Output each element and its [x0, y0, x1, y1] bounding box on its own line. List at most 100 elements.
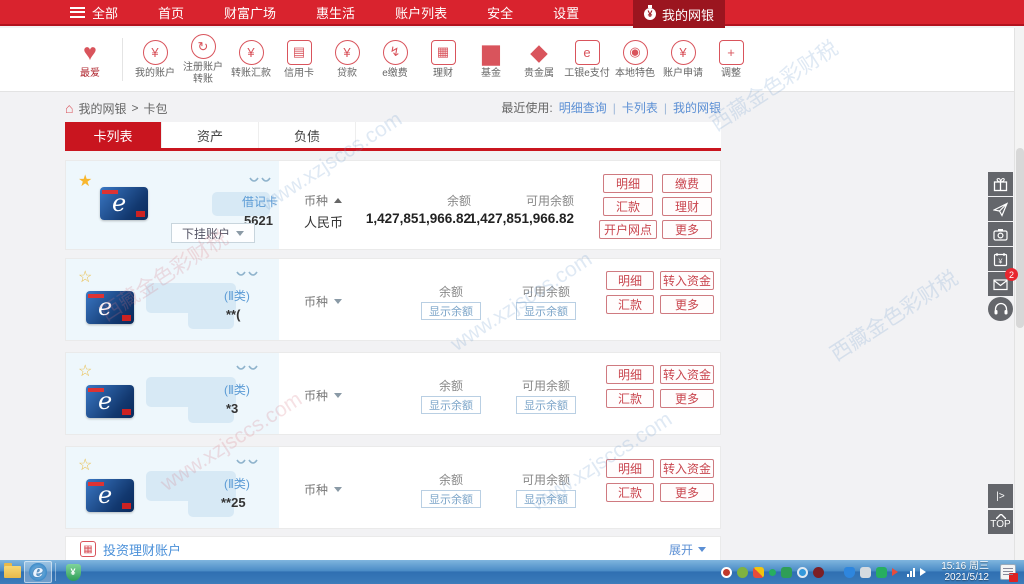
yen-bubble-icon: ¥ [143, 40, 168, 65]
notes-icon[interactable] [1000, 564, 1016, 580]
remit-button[interactable]: 汇款 [606, 389, 654, 408]
toolbar-item-loan[interactable]: ¥ 贷款 [323, 28, 371, 91]
breadcrumb-root[interactable]: 我的网银 [78, 100, 126, 117]
transfer-in-button[interactable]: 转入资金 [660, 459, 714, 478]
nav-item-all[interactable]: 全部 [70, 3, 118, 22]
recent-link-card-list[interactable]: 卡列表 [622, 99, 658, 116]
remit-button[interactable]: 汇款 [603, 197, 653, 216]
taskbar-clock[interactable]: 15:16 周三 2021/5/12 [941, 561, 989, 583]
toolbar-item-my-account[interactable]: ¥ 我的账户 [131, 28, 179, 91]
tray-icon[interactable] [753, 567, 764, 578]
hide-info-icon[interactable] [236, 365, 258, 374]
expand-button[interactable]: 展开 [669, 541, 706, 558]
show-balance-button[interactable]: 显示余额 [516, 302, 576, 320]
notification-badge [1009, 573, 1018, 582]
nav-item-home[interactable]: 首页 [158, 3, 184, 22]
taskbar-security-control-button[interactable]: ¥ [59, 561, 87, 583]
toolbar-item-registered-transfer[interactable]: ↻ 注册账户转账 [179, 28, 227, 91]
remit-button[interactable]: 汇款 [606, 483, 654, 502]
tray-red-speaker-icon[interactable] [892, 568, 902, 576]
remit-button[interactable]: 汇款 [606, 295, 654, 314]
tray-icon[interactable] [769, 569, 776, 576]
vertical-scrollbar[interactable] [1014, 28, 1024, 560]
show-balance-button[interactable]: 显示余额 [421, 490, 481, 508]
transfer-in-button[interactable]: 转入资金 [660, 271, 714, 290]
gift-button[interactable] [988, 172, 1013, 196]
my-ebank-button[interactable]: ¥ 我的网银 [633, 0, 725, 28]
show-balance-button[interactable]: 显示余额 [516, 396, 576, 414]
recent-link-detail-query[interactable]: 明细查询 [559, 99, 607, 116]
customer-service-button[interactable] [988, 297, 1013, 321]
menu-icon [70, 7, 85, 18]
currency-sort[interactable]: 币种 [304, 481, 342, 498]
detail-button[interactable]: 明细 [606, 365, 654, 384]
more-button[interactable]: 更多 [660, 295, 714, 314]
more-button[interactable]: 更多 [660, 389, 714, 408]
toolbar-item-epay-fees[interactable]: ↯ e缴费 [371, 28, 419, 91]
tray-icon[interactable] [781, 567, 792, 578]
network-signal-icon[interactable] [907, 567, 915, 577]
currency-sort[interactable]: 币种 [304, 387, 342, 404]
tray-icon[interactable] [844, 567, 855, 578]
nav-item-life[interactable]: 惠生活 [316, 3, 355, 22]
tray-icon[interactable] [876, 567, 887, 578]
toolbar-item-adjust[interactable]: + 调整 [707, 28, 755, 91]
hide-info-icon[interactable] [236, 459, 258, 468]
detail-button[interactable]: 明细 [606, 271, 654, 290]
toolbar-divider [122, 38, 123, 81]
nav-item-accounts[interactable]: 账户列表 [395, 3, 447, 22]
favorite-star-outline-icon[interactable]: ☆ [78, 361, 92, 381]
messages-button[interactable]: 2 [988, 272, 1013, 296]
detail-button[interactable]: 明细 [606, 459, 654, 478]
nav-item-settings[interactable]: 设置 [553, 3, 579, 22]
tray-icon[interactable] [721, 567, 732, 578]
tab-liabilities[interactable]: 负债 [259, 122, 356, 148]
detail-button[interactable]: 明细 [603, 174, 653, 193]
tray-icon[interactable] [860, 567, 871, 578]
scrollbar-thumb[interactable] [1016, 148, 1024, 328]
show-balance-button[interactable]: 显示余额 [421, 302, 481, 320]
tray-icon[interactable] [813, 567, 824, 578]
tray-icon[interactable] [737, 567, 748, 578]
currency-sort[interactable]: 币种 [304, 192, 342, 209]
toolbar-item-icbc-epay[interactable]: e 工银e支付 [563, 28, 611, 91]
nav-item-security[interactable]: 安全 [487, 3, 513, 22]
toolbar-item-precious-metals[interactable]: ◆ 贵金属 [515, 28, 563, 91]
currency-label: 币种 [304, 387, 328, 404]
toolbar-item-wealth-mgmt[interactable]: ▦ 理财 [419, 28, 467, 91]
toolbar-label: 理财 [433, 68, 453, 80]
toolbar-item-funds[interactable]: ▆ 基金 [467, 28, 515, 91]
nav-item-wealth[interactable]: 财富广场 [224, 3, 276, 22]
sub-account-button[interactable]: 下挂账户 [171, 223, 255, 243]
favorite-star-outline-icon[interactable]: ☆ [78, 267, 92, 287]
screenshot-button[interactable] [988, 222, 1013, 246]
tab-assets[interactable]: 资产 [162, 122, 259, 148]
toolbar-item-remittance[interactable]: ¥ 转账汇款 [227, 28, 275, 91]
tab-card-list[interactable]: 卡列表 [65, 122, 162, 148]
hide-info-icon[interactable] [249, 177, 271, 186]
share-button[interactable] [988, 197, 1013, 221]
pay-fees-button[interactable]: 缴费 [662, 174, 712, 193]
favorite-star-outline-icon[interactable]: ☆ [78, 455, 92, 475]
taskbar-explorer-button[interactable] [0, 561, 24, 583]
recent-link-my-ebank[interactable]: 我的网银 [673, 99, 721, 116]
toolbar-item-credit-card[interactable]: ▤ 信用卡 [275, 28, 323, 91]
collapse-rail-button[interactable]: |> [988, 484, 1013, 508]
toolbar-item-favorites[interactable]: ♥ 最爱 [66, 28, 114, 91]
toolbar-item-local-features[interactable]: ◉ 本地特色 [611, 28, 659, 91]
favorite-star-icon[interactable]: ★ [78, 171, 92, 191]
branch-button[interactable]: 开户网点 [599, 220, 657, 239]
back-to-top-button[interactable]: TOP [988, 510, 1013, 534]
taskbar-ie-button[interactable]: e [24, 561, 52, 583]
currency-sort[interactable]: 币种 [304, 293, 342, 310]
show-balance-button[interactable]: 显示余额 [516, 490, 576, 508]
tray-icon[interactable] [797, 567, 808, 578]
transfer-in-button[interactable]: 转入资金 [660, 365, 714, 384]
wealth-button[interactable]: 理财 [662, 197, 712, 216]
hide-info-icon[interactable] [236, 271, 258, 280]
toolbar-item-account-apply[interactable]: ¥ 账户申请 [659, 28, 707, 91]
more-button[interactable]: 更多 [662, 220, 712, 239]
volume-icon[interactable] [920, 568, 930, 576]
more-button[interactable]: 更多 [660, 483, 714, 502]
show-balance-button[interactable]: 显示余额 [421, 396, 481, 414]
